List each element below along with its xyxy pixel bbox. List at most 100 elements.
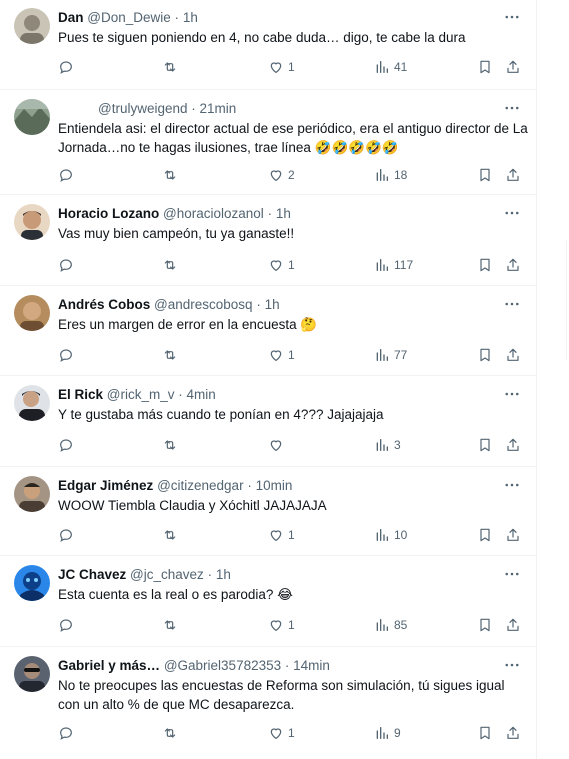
avatar[interactable] <box>14 8 50 44</box>
user-handle[interactable]: @Don_Dewie <box>87 10 171 25</box>
reply-tweet[interactable]: Dan @Don_Dewie · 1h Pues te siguen ponie… <box>0 0 537 90</box>
like-button[interactable]: 1 <box>268 526 295 544</box>
retweet-button[interactable] <box>162 436 178 454</box>
timestamp[interactable]: 1h <box>216 567 231 582</box>
retweet-button[interactable] <box>162 526 178 544</box>
reply-tweet[interactable]: El Rick @rick_m_v · 4min Y te gustaba má… <box>0 377 537 467</box>
more-options-icon[interactable] <box>503 295 521 313</box>
reply-button[interactable] <box>58 166 74 184</box>
views-button[interactable]: 41 <box>374 58 407 76</box>
share-button[interactable] <box>505 346 521 364</box>
views-icon <box>376 439 388 451</box>
user-handle[interactable]: @citizenedgar <box>157 478 244 493</box>
more-options-icon[interactable] <box>503 204 521 222</box>
reply-button[interactable] <box>58 616 74 634</box>
more-options-icon[interactable] <box>503 565 521 583</box>
views-button[interactable]: 77 <box>374 346 407 364</box>
more-options-icon[interactable] <box>503 8 521 26</box>
views-button[interactable]: 18 <box>374 166 407 184</box>
bookmark-button[interactable] <box>477 346 493 364</box>
user-handle[interactable]: @trulyweigend <box>98 101 188 116</box>
avatar[interactable] <box>14 204 50 240</box>
avatar[interactable] <box>14 565 50 601</box>
reply-tweet[interactable]: Edgar Jiménez @citizenedgar · 10min WOOW… <box>0 468 537 556</box>
tears-of-joy-emoji: 😂 <box>277 587 293 602</box>
bookmark-button[interactable] <box>477 256 493 274</box>
views-button[interactable]: 3 <box>374 436 401 454</box>
share-button[interactable] <box>505 436 521 454</box>
tweet-header: @trulyweigend · 21min <box>98 100 236 118</box>
like-button[interactable]: 2 <box>268 166 295 184</box>
retweet-button[interactable] <box>162 58 178 76</box>
display-name[interactable]: Andrés Cobos <box>58 297 150 312</box>
timestamp[interactable]: 1h <box>265 297 280 312</box>
reply-button[interactable] <box>58 58 74 76</box>
timestamp[interactable]: 14min <box>293 658 330 673</box>
like-button[interactable] <box>268 436 288 454</box>
display-name[interactable]: Edgar Jiménez <box>58 478 153 493</box>
retweet-button[interactable] <box>162 724 178 742</box>
reply-button[interactable] <box>58 346 74 364</box>
bookmark-button[interactable] <box>477 526 493 544</box>
reply-button[interactable] <box>58 436 74 454</box>
avatar[interactable] <box>14 99 50 135</box>
reply-button[interactable] <box>58 724 74 742</box>
timestamp[interactable]: 1h <box>276 206 291 221</box>
reply-button[interactable] <box>58 256 74 274</box>
display-name[interactable]: Dan <box>58 10 84 25</box>
user-handle[interactable]: @horaciolozanol <box>163 206 264 221</box>
user-handle[interactable]: @jc_chavez <box>130 567 204 582</box>
retweet-button[interactable] <box>162 616 178 634</box>
reply-button[interactable] <box>58 526 74 544</box>
share-button[interactable] <box>505 166 521 184</box>
user-handle[interactable]: @andrescobosq <box>154 297 253 312</box>
reply-tweet[interactable]: JC Chavez @jc_chavez · 1h Esta cuenta es… <box>0 557 537 647</box>
bookmark-button[interactable] <box>477 436 493 454</box>
share-button[interactable] <box>505 58 521 76</box>
reply-tweet[interactable]: Andrés Cobos @andrescobosq · 1h Eres un … <box>0 287 537 376</box>
bookmark-button[interactable] <box>477 616 493 634</box>
timestamp[interactable]: 10min <box>256 478 293 493</box>
retweet-button[interactable] <box>162 166 178 184</box>
display-name[interactable]: Horacio Lozano <box>58 206 159 221</box>
display-name[interactable]: El Rick <box>58 387 103 402</box>
views-button[interactable]: 10 <box>374 526 407 544</box>
more-options-icon[interactable] <box>503 656 521 674</box>
share-button[interactable] <box>505 256 521 274</box>
retweet-button[interactable] <box>162 256 178 274</box>
like-button[interactable]: 1 <box>268 616 295 634</box>
like-button[interactable]: 1 <box>268 346 295 364</box>
avatar[interactable] <box>14 476 50 512</box>
timestamp[interactable]: 4min <box>187 387 216 402</box>
share-button[interactable] <box>505 526 521 544</box>
user-handle[interactable]: @Gabriel35782353 <box>164 658 281 673</box>
bookmark-button[interactable] <box>477 166 493 184</box>
reply-tweet[interactable]: Horacio Lozano @horaciolozanol · 1h Vas … <box>0 196 537 286</box>
tweet-text-content: Vas muy bien campeón, tu ya ganaste!! <box>58 226 295 241</box>
timestamp[interactable]: 21min <box>200 101 237 116</box>
like-count: 1 <box>288 258 295 272</box>
like-button[interactable]: 1 <box>268 724 295 742</box>
avatar[interactable] <box>14 656 50 692</box>
avatar[interactable] <box>14 295 50 331</box>
display-name[interactable]: Gabriel y más… <box>58 658 160 673</box>
reply-tweet[interactable]: @trulyweigend · 21min Entiendela asi: el… <box>0 91 537 195</box>
like-button[interactable]: 1 <box>268 58 295 76</box>
avatar[interactable] <box>14 385 50 421</box>
more-options-icon[interactable] <box>503 476 521 494</box>
user-handle[interactable]: @rick_m_v <box>107 387 175 402</box>
bookmark-button[interactable] <box>477 724 493 742</box>
share-button[interactable] <box>505 724 521 742</box>
views-button[interactable]: 9 <box>374 724 401 742</box>
retweet-button[interactable] <box>162 346 178 364</box>
bookmark-button[interactable] <box>477 58 493 76</box>
timestamp[interactable]: 1h <box>183 10 198 25</box>
more-options-icon[interactable] <box>503 385 521 403</box>
views-button[interactable]: 117 <box>374 256 413 274</box>
more-options-icon[interactable] <box>503 99 521 117</box>
like-button[interactable]: 1 <box>268 256 295 274</box>
views-button[interactable]: 85 <box>374 616 407 634</box>
share-button[interactable] <box>505 616 521 634</box>
display-name[interactable]: JC Chavez <box>58 567 126 582</box>
reply-tweet[interactable]: Gabriel y más… @Gabriel35782353 · 14min … <box>0 648 537 759</box>
